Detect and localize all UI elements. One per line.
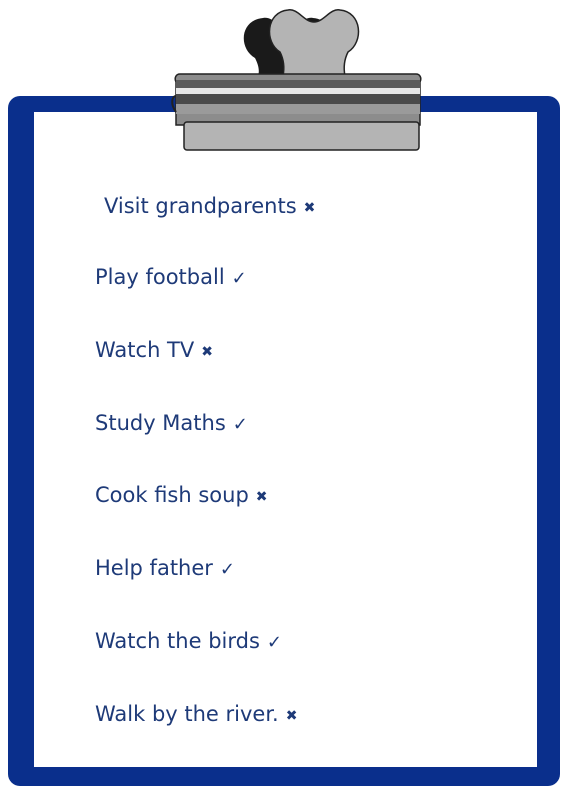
list-item: Walk by the river. ✖ xyxy=(95,704,297,725)
list-item: Play football ✓ xyxy=(95,267,247,288)
list-item: Help father ✓ xyxy=(95,558,235,579)
item-label: Study Maths xyxy=(95,411,226,435)
check-icon: ✓ xyxy=(219,559,236,580)
check-icon: ✓ xyxy=(231,268,247,289)
item-label: Walk by the river. xyxy=(95,702,279,726)
list-item: Visit grandparents ✖ xyxy=(104,196,315,217)
todo-list: Visit grandparents ✖ Play football ✓ Watch… xyxy=(0,0,562,793)
list-item: Watch TV ✖ xyxy=(95,340,213,361)
list-item: Study Maths ✓ xyxy=(95,413,248,434)
cross-icon: ✖ xyxy=(201,344,213,360)
list-item: Watch the birds ✓ xyxy=(95,631,282,652)
item-label: Watch the birds xyxy=(95,629,260,653)
item-label: Visit grandparents xyxy=(104,194,297,218)
item-label: Watch TV xyxy=(95,338,195,362)
list-item: Cook fish soup ✖ xyxy=(95,485,268,506)
cross-icon: ✖ xyxy=(285,708,298,724)
cross-icon: ✖ xyxy=(255,489,268,505)
item-label: Cook fish soup xyxy=(95,483,249,507)
cross-icon: ✖ xyxy=(303,200,316,216)
check-icon: ✓ xyxy=(232,414,248,435)
check-icon: ✓ xyxy=(266,632,282,653)
item-label: Help father xyxy=(95,556,213,580)
item-label: Play football xyxy=(95,265,225,289)
